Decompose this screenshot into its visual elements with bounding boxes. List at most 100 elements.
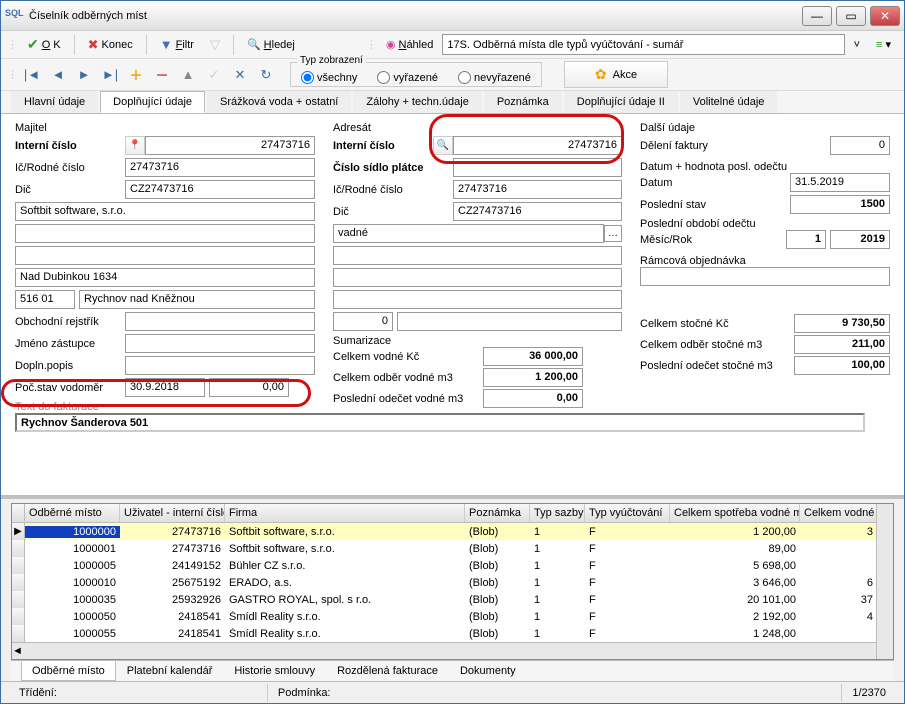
tab-srazkova[interactable]: Srážková voda + ostatní — [207, 91, 351, 113]
add-button[interactable]: ＋ — [124, 63, 148, 87]
table-row[interactable]: 100000127473716Softbit software, s.r.o.(… — [12, 540, 893, 557]
vadne-lookup-button[interactable]: … — [604, 225, 622, 242]
edit-button[interactable]: ▲ — [176, 63, 200, 87]
section-majitel: Majitel — [15, 122, 315, 134]
radio-vyrazene[interactable]: vyřazené — [377, 71, 438, 84]
btab-dokumenty[interactable]: Dokumenty — [449, 661, 527, 681]
list-icon-button[interactable]: ≡▾ — [869, 34, 898, 56]
adresat-blank-1[interactable] — [333, 246, 622, 265]
delete-button[interactable]: － — [150, 63, 174, 87]
table-row[interactable]: 100001025675192ERADO, a.s.(Blob)1F3 646,… — [12, 574, 893, 591]
mesic-field[interactable]: 1 — [786, 230, 826, 249]
table-row[interactable]: 10000552418541Šmídl Reality s.r.o.(Blob)… — [12, 625, 893, 642]
toolbar-nav: ⋮ |◄ ◄ ► ►| ＋ － ▲ ✓ ✕ ↻ Typ zobrazení vš… — [1, 59, 904, 91]
status-bar: Třídění: Podmínka: 1/2370 — [1, 681, 904, 703]
zastupce-field[interactable] — [125, 334, 315, 353]
table-row[interactable]: 100003525932926GASTRO ROYAL, spol. s r.o… — [12, 591, 893, 608]
tab-poznamka[interactable]: Poznámka — [484, 91, 562, 113]
mesto-field[interactable]: Rychnov nad Kněžnou — [79, 290, 315, 309]
maximize-button[interactable]: ▭ — [836, 6, 866, 26]
adresat-interni-field[interactable]: 27473716 — [453, 136, 622, 155]
datum-field[interactable]: 31.5.2019 — [790, 173, 890, 192]
akce-button[interactable]: ✿Akce — [564, 61, 668, 88]
celkem-kc-field: 36 000,00 — [483, 347, 583, 366]
psc-field[interactable]: 516 01 — [15, 290, 75, 309]
adresat-blank-4[interactable] — [397, 312, 622, 331]
status-podminka: Podmínka: — [267, 684, 341, 702]
confirm-button[interactable]: ✓ — [202, 63, 226, 87]
adresat-icrodne-field[interactable]: 27473716 — [453, 180, 622, 199]
next-button[interactable]: ► — [72, 63, 96, 87]
lookup-icon-button[interactable]: 🔍 — [433, 136, 453, 155]
app-icon: SQL — [5, 8, 25, 24]
combo-dropdown[interactable]: ˅ — [847, 34, 867, 56]
hledej-button[interactable]: 🔍Hledej — [240, 34, 302, 56]
toolbar-main: ⋮ ✔OOKK ✖Konec ▼Filtr ▽ 🔍Hledej ⋮ ◉Náhle… — [1, 31, 904, 59]
radio-vsechny[interactable]: všechny — [301, 71, 357, 84]
titlebar: SQL Číselník odběrných míst — ▭ ✕ — [1, 1, 904, 31]
minimize-button[interactable]: — — [802, 6, 832, 26]
ulice-field[interactable]: Nad Dubinkou 1634 — [15, 268, 315, 287]
adresat-dic-field[interactable]: CZ27473716 — [453, 202, 622, 221]
check-icon: ✔ — [27, 36, 39, 53]
close-button[interactable]: ✕ — [870, 6, 900, 26]
label-dic: Dič — [15, 184, 125, 196]
table-row[interactable]: 100000524149152Bühler CZ s.r.o.(Blob)1F5… — [12, 557, 893, 574]
filtr-button[interactable]: ▼Filtr — [153, 34, 201, 56]
stocne-m3-field: 211,00 — [794, 335, 890, 354]
blank-field-1[interactable] — [15, 224, 315, 243]
poslstav-field[interactable]: 1500 — [790, 195, 890, 214]
nahled-button[interactable]: ◉Náhled — [379, 34, 440, 56]
blank-field-2[interactable] — [15, 246, 315, 265]
konec-button[interactable]: ✖Konec — [81, 34, 140, 56]
adresat-blank-3[interactable] — [333, 290, 622, 309]
vadne-field[interactable]: vadné — [333, 224, 604, 243]
btab-rozdelena[interactable]: Rozdělená fakturace — [326, 661, 449, 681]
last-button[interactable]: ►| — [98, 63, 122, 87]
dic-field[interactable]: CZ27473716 — [125, 180, 315, 199]
label-icrodne: Ič/Rodné číslo — [15, 162, 125, 174]
ok-button[interactable]: ✔OOKK — [20, 34, 68, 56]
deleni-field[interactable]: 0 — [830, 136, 890, 155]
tab-volitelne[interactable]: Volitelné údaje — [680, 91, 778, 113]
grid-header: Odběrné místo Uživatel - interní číslo F… — [12, 504, 893, 523]
sidlo-field[interactable] — [453, 158, 622, 177]
btab-odberne[interactable]: Odběrné místo — [21, 661, 116, 681]
btab-platebni[interactable]: Platební kalendář — [116, 661, 224, 681]
interni-field[interactable]: 27473716 — [145, 136, 315, 155]
radio-nevyrazene[interactable]: nevyřazené — [458, 71, 531, 84]
btab-historie[interactable]: Historie smlouvy — [223, 661, 326, 681]
map-icon-button[interactable]: 📍 — [125, 136, 145, 155]
data-grid[interactable]: Odběrné místo Uživatel - interní číslo F… — [11, 503, 894, 660]
grid-body[interactable]: ▶100000027473716Softbit software, s.r.o.… — [12, 523, 893, 642]
tab-doplnujici[interactable]: Doplňující údaje — [100, 91, 205, 113]
pocstav-date-field[interactable]: 30.9.2018 — [125, 378, 205, 397]
table-row[interactable]: 10000502418541Šmídl Reality s.r.o.(Blob)… — [12, 608, 893, 625]
doplpopis-field[interactable] — [125, 356, 315, 375]
window-title: Číselník odběrných míst — [25, 10, 802, 22]
zero-field[interactable]: 0 — [333, 312, 393, 331]
celkem-m3-field: 1 200,00 — [483, 368, 583, 387]
grid-section: Odběrné místo Uživatel - interní číslo F… — [1, 495, 904, 681]
prev-button[interactable]: ◄ — [46, 63, 70, 87]
report-combo[interactable]: 17S. Odběrná místa dle typů vyúčtování -… — [442, 34, 844, 55]
h-scrollbar[interactable]: ◄► — [12, 642, 893, 659]
adresat-blank-2[interactable] — [333, 268, 622, 287]
rok-field[interactable]: 2019 — [830, 230, 890, 249]
pocstav-val-field[interactable]: 0,00 — [209, 378, 289, 397]
firma-field[interactable]: Softbit software, s.r.o. — [15, 202, 315, 221]
icrodne-field[interactable]: 27473716 — [125, 158, 315, 177]
posl-odecet-field: 0,00 — [483, 389, 583, 408]
tab-doplnujici2[interactable]: Doplňující údaje II — [564, 91, 678, 113]
refresh-button[interactable]: ↻ — [254, 63, 278, 87]
first-button[interactable]: |◄ — [20, 63, 44, 87]
table-row[interactable]: ▶100000027473716Softbit software, s.r.o.… — [12, 523, 893, 540]
cancel-edit-button[interactable]: ✕ — [228, 63, 252, 87]
tab-hlavni[interactable]: Hlavní údaje — [11, 91, 98, 113]
eye-icon: ◉ — [386, 38, 396, 51]
ramcova-field[interactable] — [640, 267, 890, 286]
filter-clear-button[interactable]: ▽ — [203, 34, 227, 56]
obchrej-field[interactable] — [125, 312, 315, 331]
v-scrollbar[interactable] — [876, 504, 893, 659]
tab-zalohy[interactable]: Zálohy + techn.údaje — [353, 91, 481, 113]
